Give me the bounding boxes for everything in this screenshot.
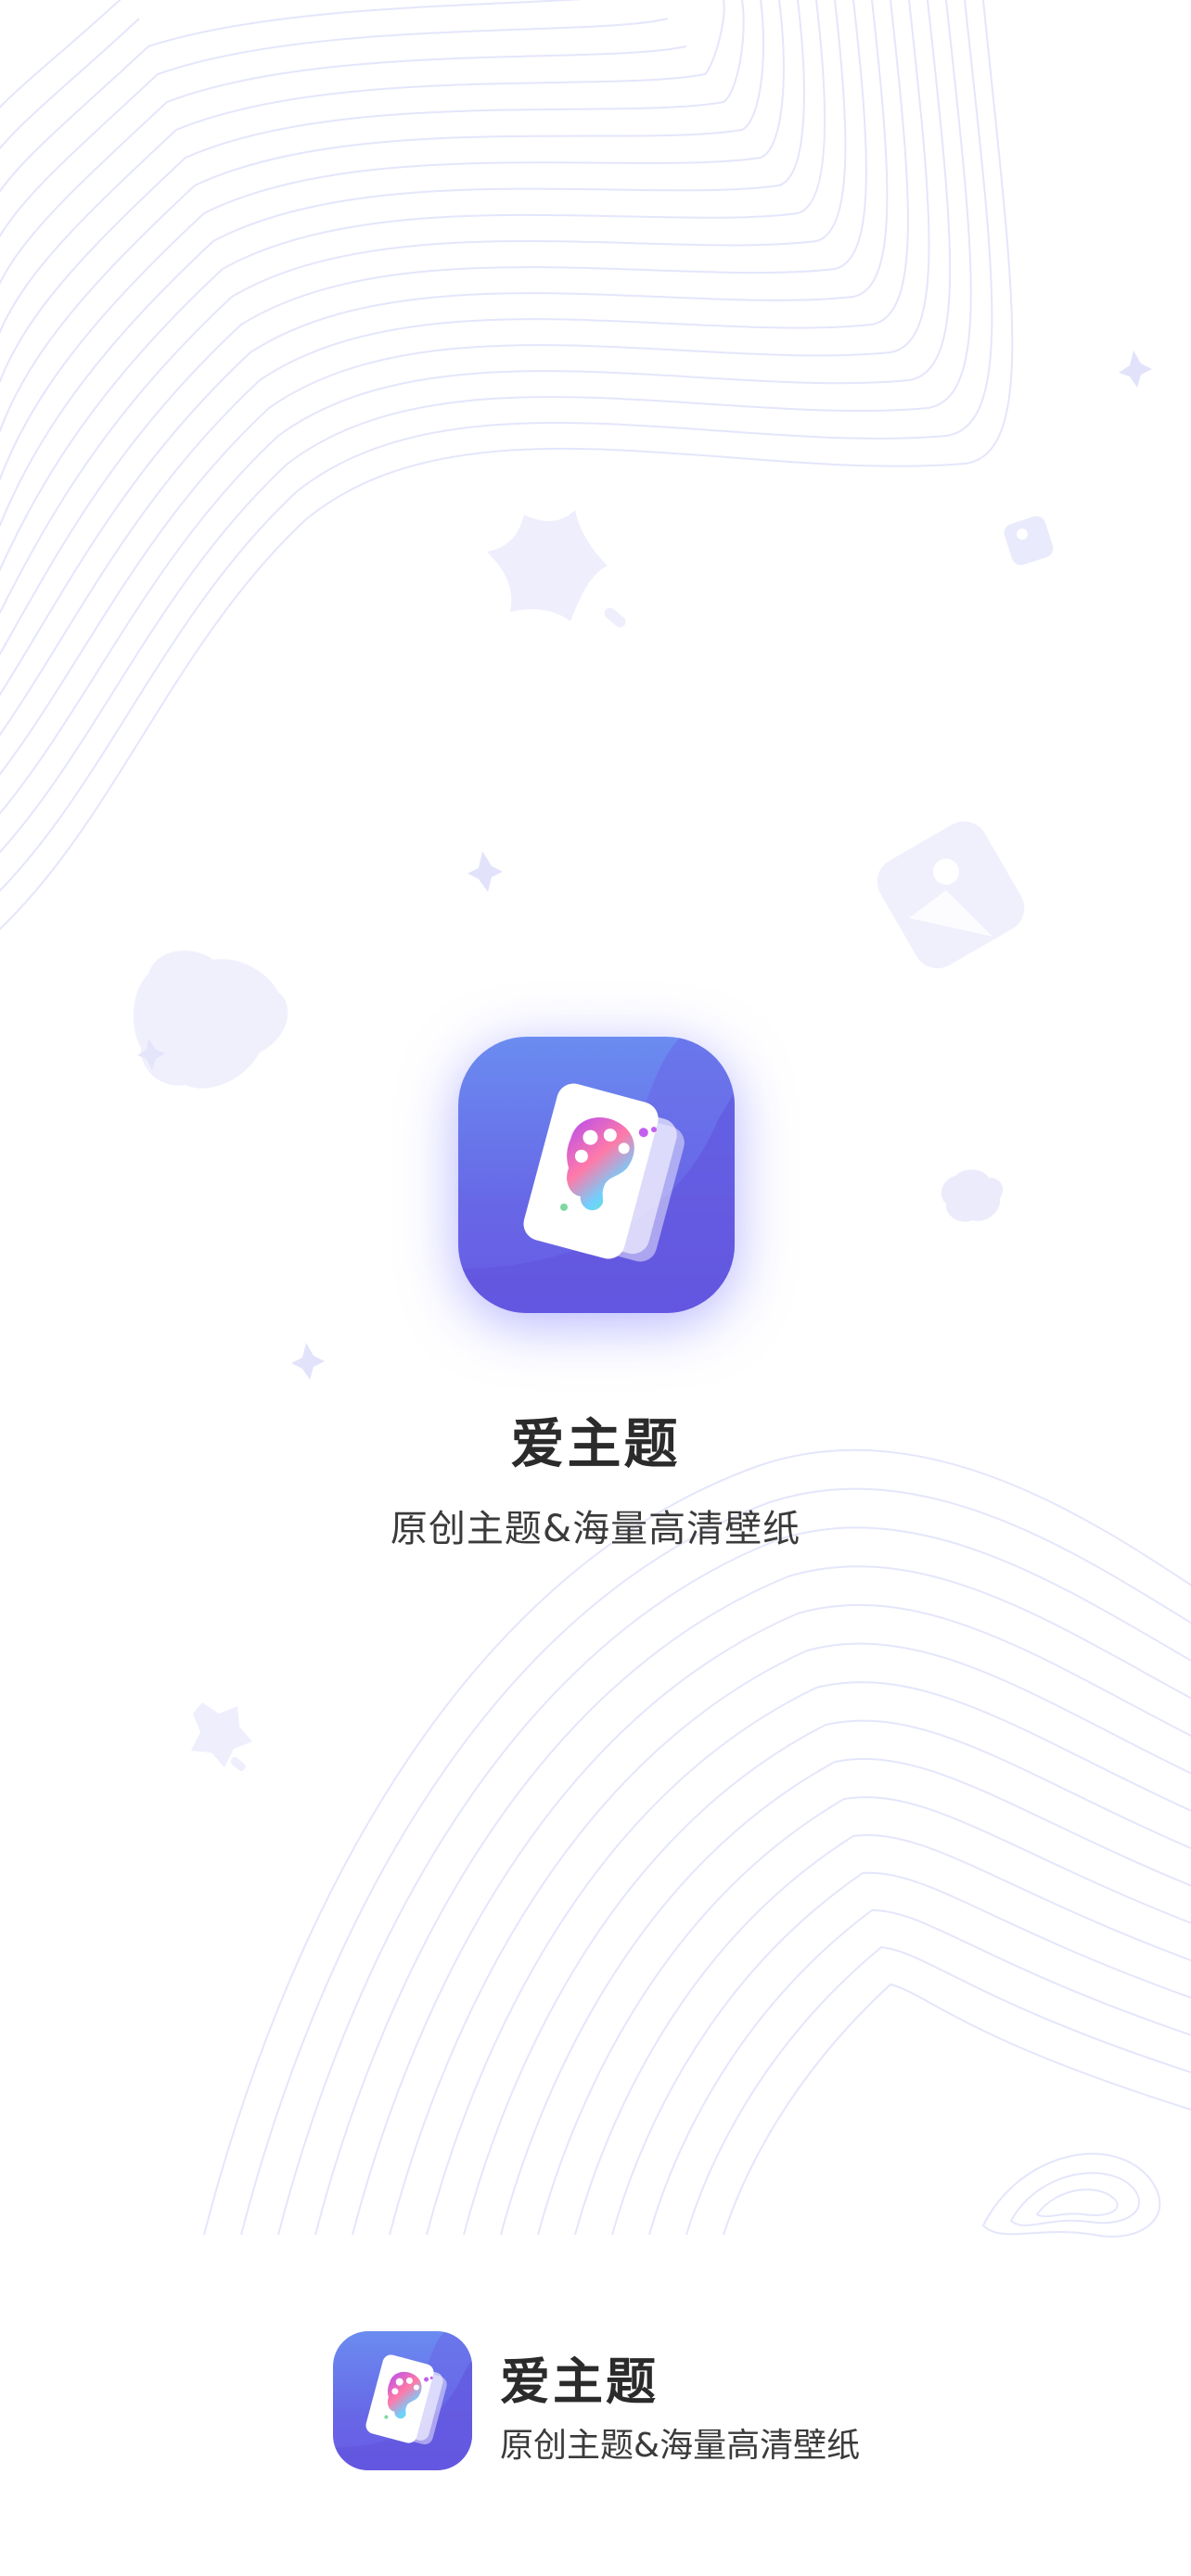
decor-sparkle-icon <box>1119 351 1152 388</box>
decor-cloud-icon <box>133 950 288 1089</box>
decor-star-icon <box>487 510 626 628</box>
app-logo-icon <box>458 1037 735 1313</box>
decor-image-icon <box>1004 516 1054 566</box>
bottom-contour-lines <box>203 1448 1191 2238</box>
footer-app-title: 爱主题 <box>500 2353 659 2411</box>
app-title: 爱主题 <box>510 1412 681 1475</box>
footer-app-logo-icon <box>333 2331 472 2470</box>
footer-brand: 爱主题 原创主题&海量高清壁纸 <box>333 2329 908 2470</box>
decor-star-small-icon <box>191 1702 252 1771</box>
top-contour-lines <box>0 0 1014 931</box>
decor-cloud-small-icon <box>941 1169 1004 1222</box>
decor-image-large-icon <box>877 821 1025 969</box>
footer-app-tagline: 原创主题&海量高清壁纸 <box>500 2427 861 2465</box>
app-tagline: 原创主题&海量高清壁纸 <box>390 1508 801 1550</box>
